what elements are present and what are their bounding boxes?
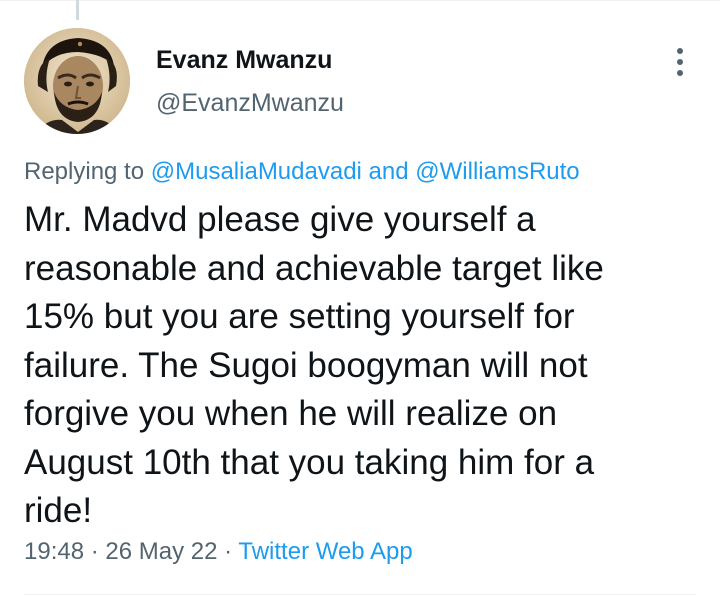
top-divider: [0, 0, 720, 1]
thread-connector-line: [76, 0, 79, 20]
tweet-text-line: forgive you when he will realize on: [24, 394, 558, 433]
bottom-divider: [24, 594, 696, 595]
meta-separator: ·: [90, 538, 99, 565]
tweet-text-line: Mr. Madvd please give yourself a: [24, 200, 536, 239]
more-dot: [677, 70, 683, 76]
tweet-text-line: reasonable and achievable target like: [24, 248, 604, 288]
more-dot: [677, 59, 683, 65]
mention-conjunction[interactable]: and: [369, 158, 409, 185]
author-display-name[interactable]: Evanz Mwanzu: [156, 46, 332, 75]
replying-to-line: Replying to @MusaliaMudavadi and @Willia…: [24, 158, 580, 186]
author-handle[interactable]: @EvanzMwanzu: [156, 89, 344, 118]
more-options-icon[interactable]: [664, 44, 696, 80]
tweet-date[interactable]: 26 May 22: [105, 538, 217, 565]
meta-separator: ·: [224, 538, 233, 565]
tweet-text-line: August 10th that you taking him for a: [24, 442, 595, 482]
mention-link-musalia[interactable]: @MusaliaMudavadi: [151, 158, 362, 185]
replying-to-label: Replying to: [24, 158, 145, 185]
tweet-text-line: failure. The Sugoi boogyman will not: [24, 345, 588, 385]
tweet-card: Evanz Mwanzu @EvanzMwanzu Replying to @M…: [0, 0, 720, 597]
avatar-image: [24, 28, 130, 134]
tweet-text-line: 15% but you are setting yourself for: [24, 297, 575, 336]
more-dot: [677, 48, 683, 54]
tweet-meta: 19:48 · 26 May 22 · Twitter Web App: [24, 538, 413, 566]
tweet-text-line: ride!: [24, 491, 93, 530]
tweet-time[interactable]: 19:48: [24, 538, 84, 565]
tweet-source-link[interactable]: Twitter Web App: [238, 538, 412, 565]
avatar[interactable]: [24, 28, 130, 134]
mention-link-williamsruto[interactable]: @WilliamsRuto: [415, 158, 579, 185]
tweet-text: Mr. Madvd please give yourself a reasona…: [24, 196, 704, 536]
